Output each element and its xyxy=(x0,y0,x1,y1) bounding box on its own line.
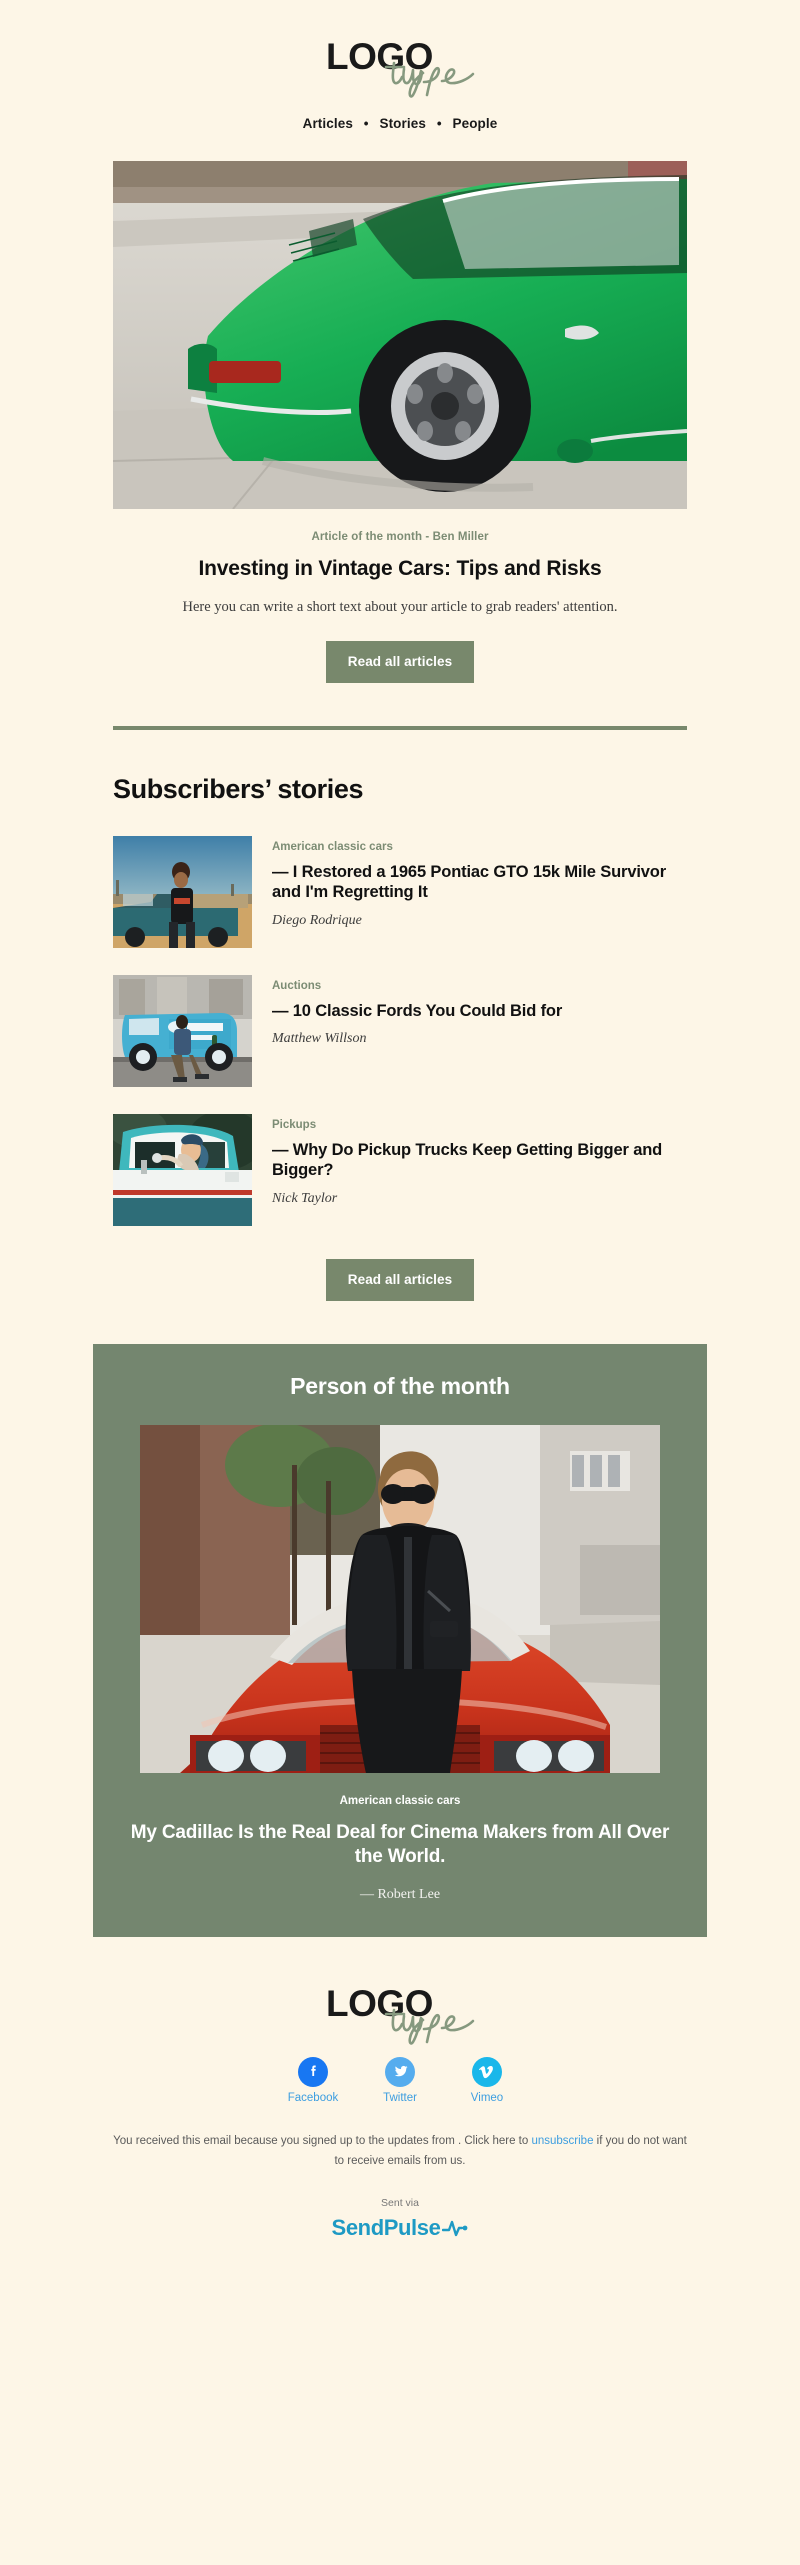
header-logo: LOGO xyxy=(0,0,800,104)
story-category: American classic cars xyxy=(272,840,393,853)
story-author: Matthew Willson xyxy=(272,1031,367,1047)
list-item[interactable]: Auctions — 10 Classic Fords You Could Bi… xyxy=(113,974,687,1087)
nav-item-articles[interactable]: Articles xyxy=(303,116,353,131)
main-nav: Articles • Stories • People xyxy=(0,104,800,131)
legal-text: You received this email because you sign… xyxy=(110,2131,690,2171)
person-heading: Person of the month xyxy=(290,1372,510,1399)
footer: LOGO Facebook Twitter Vimeo You received… xyxy=(0,1937,800,2281)
sent-via-label: Sent via xyxy=(381,2197,419,2210)
sendpulse-wordmark: SendPulse xyxy=(331,2215,441,2241)
story-thumbnail[interactable] xyxy=(113,1113,252,1226)
social-label-vimeo[interactable]: Vimeo xyxy=(459,2092,515,2104)
story-thumbnail[interactable] xyxy=(113,974,252,1087)
list-item[interactable]: American classic cars — I Restored a 196… xyxy=(113,835,687,948)
sendpulse-branding[interactable]: SendPulse xyxy=(0,2209,800,2281)
story-category: Auctions xyxy=(272,979,322,992)
story-title[interactable]: — Why Do Pickup Trucks Keep Getting Bigg… xyxy=(272,1140,687,1181)
story-thumbnail[interactable] xyxy=(113,835,252,948)
logo-script-text xyxy=(380,2005,476,2045)
article-eyebrow: Article of the month - Ben Miller xyxy=(311,531,489,543)
logo[interactable]: LOGO xyxy=(326,36,475,98)
person-title[interactable]: My Cadillac Is the Real Deal for Cinema … xyxy=(93,1821,707,1870)
footer-logo: LOGO xyxy=(0,1983,800,2049)
hero-image[interactable] xyxy=(113,161,687,509)
article-cta-row: Read all articles xyxy=(0,618,800,683)
social-link-facebook[interactable]: Facebook xyxy=(285,2056,341,2104)
social-link-vimeo[interactable]: Vimeo xyxy=(459,2056,515,2104)
story-body: Auctions — 10 Classic Fords You Could Bi… xyxy=(252,975,687,1048)
read-all-articles-button-bottom[interactable]: Read all articles xyxy=(325,1258,475,1301)
vimeo-icon[interactable] xyxy=(472,2056,502,2087)
social-label-facebook[interactable]: Facebook xyxy=(285,2092,341,2104)
logo[interactable]: LOGO xyxy=(326,1983,475,2045)
story-title[interactable]: — I Restored a 1965 Pontiac GTO 15k Mile… xyxy=(272,862,687,903)
person-of-the-month-panel: Person of the month American classic car… xyxy=(93,1343,707,1937)
person-category: American classic cars xyxy=(339,1794,461,1807)
read-all-articles-button-top[interactable]: Read all articles xyxy=(325,640,475,683)
legal-text-before: You received this email because you sign… xyxy=(113,2134,532,2147)
list-item[interactable]: Pickups — Why Do Pickup Trucks Keep Gett… xyxy=(113,1113,687,1226)
nav-separator: • xyxy=(436,116,442,131)
nav-separator: • xyxy=(363,116,369,131)
stories-cta-row: Read all articles xyxy=(0,1253,800,1301)
stories-list: American classic cars — I Restored a 196… xyxy=(113,805,687,1226)
person-author: — Robert Lee xyxy=(359,1886,441,1902)
social-label-twitter[interactable]: Twitter xyxy=(372,2092,428,2104)
pulse-icon xyxy=(442,2218,468,2238)
story-category: Pickups xyxy=(272,1118,317,1131)
facebook-icon[interactable] xyxy=(298,2056,328,2087)
nav-item-stories[interactable]: Stories xyxy=(379,116,425,131)
nav-item-people[interactable]: People xyxy=(453,116,498,131)
article-title[interactable]: Investing in Vintage Cars: Tips and Risk… xyxy=(113,556,687,582)
story-author: Diego Rodrique xyxy=(272,912,362,928)
article-description: Here you can write a short text about yo… xyxy=(182,599,618,616)
story-body: American classic cars — I Restored a 196… xyxy=(252,836,687,929)
stories-heading: Subscribers’ stories xyxy=(113,773,364,804)
person-photo[interactable] xyxy=(140,1424,660,1773)
social-link-twitter[interactable]: Twitter xyxy=(372,2056,428,2104)
logo-script-text xyxy=(380,58,476,98)
social-links: Facebook Twitter Vimeo xyxy=(0,2049,800,2104)
email-body: LOGO Articles • Stories • People Article… xyxy=(0,0,800,2565)
article-of-the-month: Article of the month - Ben Miller Invest… xyxy=(113,509,687,618)
story-body: Pickups — Why Do Pickup Trucks Keep Gett… xyxy=(252,1114,687,1207)
unsubscribe-link[interactable]: unsubscribe xyxy=(531,2135,593,2147)
twitter-icon[interactable] xyxy=(385,2056,415,2087)
story-title[interactable]: — 10 Classic Fords You Could Bid for xyxy=(272,1001,687,1022)
story-author: Nick Taylor xyxy=(272,1190,338,1206)
